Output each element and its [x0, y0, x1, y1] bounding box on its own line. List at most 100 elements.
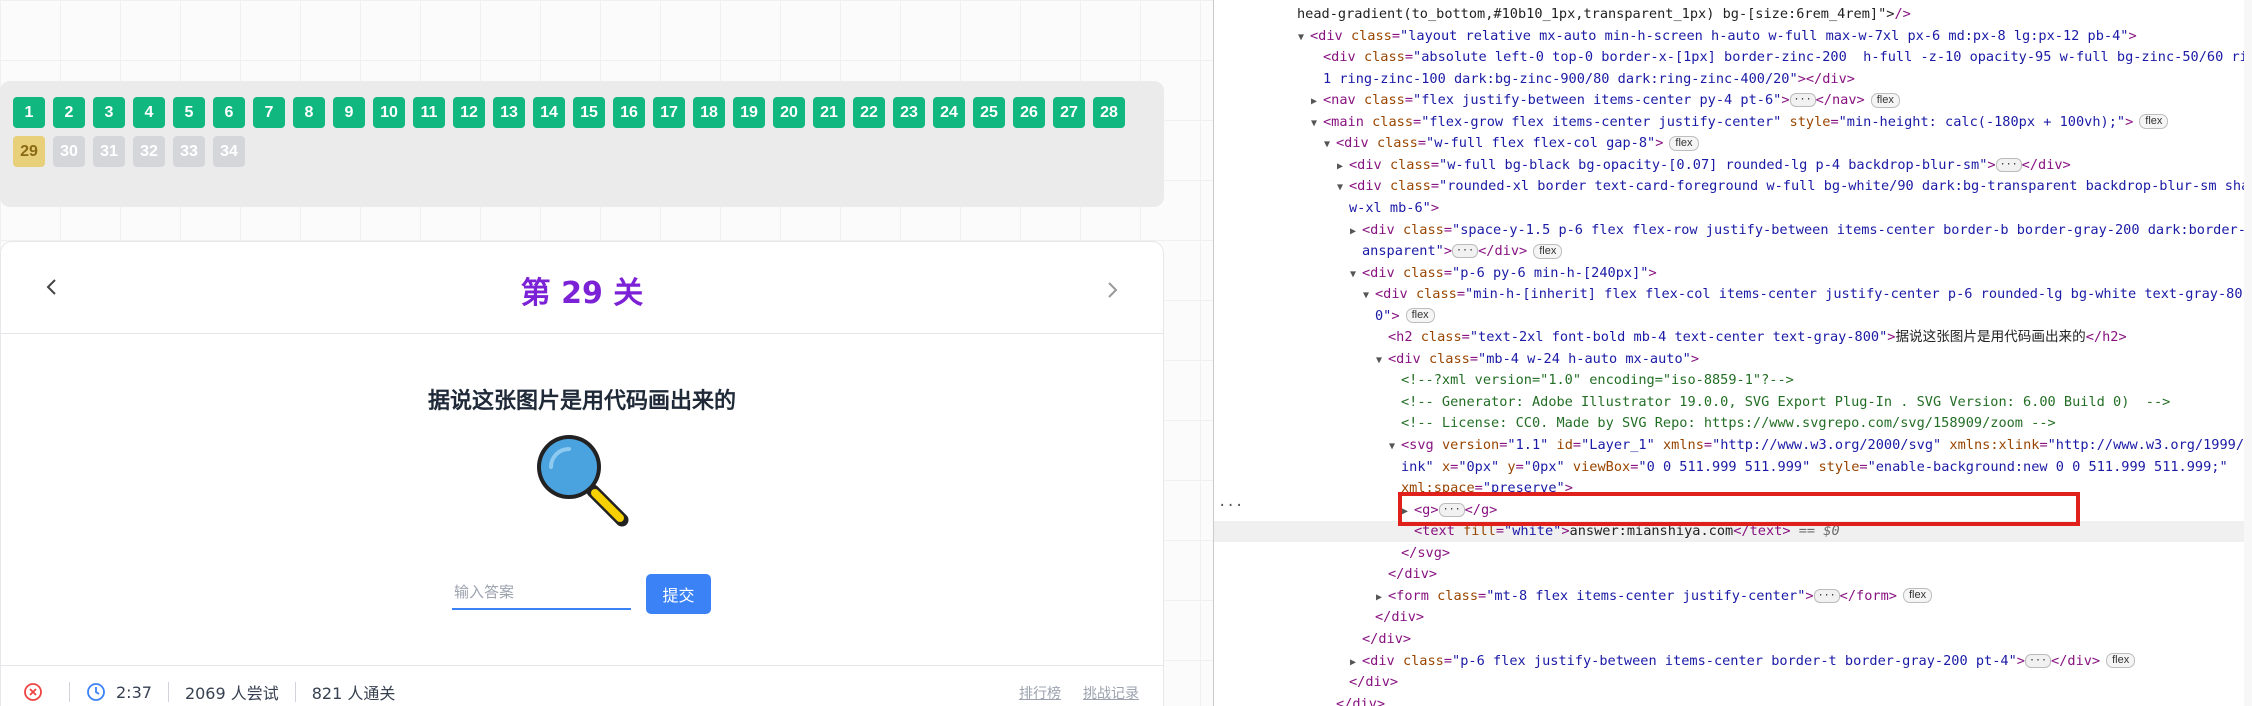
dom-node-line[interactable]: </div>	[1214, 629, 2252, 650]
dom-node-line[interactable]: 0"> flex	[1214, 306, 2252, 327]
level-button-16[interactable]: 16	[613, 97, 645, 128]
level-button-21[interactable]: 21	[813, 97, 845, 128]
footer-links: 排行榜 挑战记录	[1019, 683, 1139, 703]
level-button-11[interactable]: 11	[413, 97, 445, 128]
magnifier-icon	[537, 435, 629, 527]
challenge-page: 1 2 3 4 5 6 7 8 9 10 11 12 13 14 15 16 17 18 19 20 21 22 23 24 2…	[0, 0, 1213, 706]
scrollbar[interactable]	[2244, 0, 2252, 706]
dom-node-line[interactable]: <div class="absolute left-0 top-0 border…	[1214, 47, 2252, 68]
dom-node-line[interactable]: ▶ <div class="w-full bg-black bg-opacity-…	[1214, 155, 2252, 176]
close-circle-icon[interactable]	[23, 682, 43, 702]
level-button-1[interactable]: 1	[13, 97, 45, 128]
level-button-2[interactable]: 2	[53, 97, 85, 128]
dom-node-line[interactable]: </div>	[1214, 694, 2252, 706]
level-button-32[interactable]: 32	[133, 136, 165, 167]
divider	[167, 682, 169, 702]
challenge-records-link[interactable]: 挑战记录	[1083, 683, 1139, 703]
dom-node-line[interactable]: <!--?xml version="1.0" encoding="iso-885…	[1214, 370, 2252, 391]
dom-node-line[interactable]: ▼ <div class="min-h-[inherit] flex flex-c…	[1214, 284, 2252, 305]
dom-node-line[interactable]: </div>	[1214, 564, 2252, 585]
dom-node-line[interactable]: <h2 class="text-2xl font-bold mb-4 text-…	[1214, 327, 2252, 348]
level-button-7[interactable]: 7	[253, 97, 285, 128]
expand-arrow-icon[interactable]: ▼	[1311, 113, 1323, 134]
expand-arrow-icon[interactable]: ▼	[1337, 177, 1349, 198]
divider	[294, 682, 296, 702]
level-button-10[interactable]: 10	[373, 97, 405, 128]
level-button-22[interactable]: 22	[853, 97, 885, 128]
expand-arrow-icon[interactable]: ▼	[1376, 350, 1388, 371]
dom-node-line[interactable]: ink" x="0px" y="0px" viewBox="0 0 511.99…	[1214, 457, 2252, 478]
level-button-27[interactable]: 27	[1053, 97, 1085, 128]
chevron-right-icon[interactable]	[1097, 275, 1127, 305]
dom-node-line[interactable]: ▼ <div class="rounded-xl border text-card…	[1214, 176, 2252, 197]
level-button-28[interactable]: 28	[1093, 97, 1125, 128]
dom-node-line[interactable]: ▼ <div class="mb-4 w-24 h-auto mx-auto">	[1214, 349, 2252, 370]
dom-node-line[interactable]: ▶ <nav class="flex justify-between items-…	[1214, 90, 2252, 111]
level-button-9[interactable]: 9	[333, 97, 365, 128]
expand-arrow-icon[interactable]: ▼	[1298, 27, 1310, 48]
dom-node-line[interactable]: 1 ring-zinc-100 dark:bg-zinc-900/80 dark…	[1214, 69, 2252, 90]
expand-arrow-icon[interactable]: ▼	[1389, 436, 1401, 457]
level-button-20[interactable]: 20	[773, 97, 805, 128]
more-options-icon[interactable]: ···	[1218, 498, 1243, 514]
submit-button[interactable]: 提交	[646, 574, 711, 614]
level-title: 第 29 关	[520, 276, 644, 311]
level-button-12[interactable]: 12	[453, 97, 485, 128]
expand-arrow-icon[interactable]: ▶	[1350, 652, 1362, 673]
dom-node-line[interactable]: ▼ <svg version="1.1" id="Layer_1" xmlns="…	[1214, 435, 2252, 456]
expand-arrow-icon[interactable]: ▼	[1350, 264, 1362, 285]
dom-node-line[interactable]: ▶ <div class="p-6 flex justify-between it…	[1214, 651, 2252, 672]
level-button-33[interactable]: 33	[173, 136, 205, 167]
expand-arrow-icon[interactable]: ▼	[1363, 285, 1375, 306]
level-button-23[interactable]: 23	[893, 97, 925, 128]
dom-node-line[interactable]: </div>	[1214, 672, 2252, 693]
challenge-stats: 2:37 2069 人尝试 821 人通关	[23, 680, 395, 704]
answer-input[interactable]	[452, 576, 631, 610]
timer-value: 2:37	[116, 682, 152, 702]
dom-node-line[interactable]: head-gradient(to_bottom,#10b10_1px,trans…	[1214, 4, 2252, 25]
dom-node-line[interactable]: <!-- Generator: Adobe Illustrator 19.0.0…	[1214, 392, 2252, 413]
card-header: 第 29 关	[1, 242, 1163, 334]
level-button-19[interactable]: 19	[733, 97, 765, 128]
level-button-17[interactable]: 17	[653, 97, 685, 128]
attempts-count: 2069 人尝试	[184, 684, 279, 703]
dom-node-line[interactable]: ▶ <div class="space-y-1.5 p-6 flex flex-r…	[1214, 220, 2252, 241]
passed-count: 821 人通关	[311, 684, 396, 703]
level-button-30[interactable]: 30	[53, 136, 85, 167]
expand-arrow-icon[interactable]: ▶	[1311, 91, 1323, 112]
level-button-3[interactable]: 3	[93, 97, 125, 128]
dom-node-line[interactable]: ▶ <form class="mt-8 flex items-center jus…	[1214, 586, 2252, 607]
dom-node-line[interactable]: ▼ <div class="w-full flex flex-col gap-8"…	[1214, 133, 2252, 154]
card-footer: 2:37 2069 人尝试 821 人通关 排行榜 挑战记录	[1, 665, 1163, 706]
dom-node-line[interactable]: ▼ <div class="layout relative mx-auto min…	[1214, 26, 2252, 47]
dom-node-line[interactable]: ▼ <main class="flex-grow flex items-cente…	[1214, 112, 2252, 133]
level-button-34[interactable]: 34	[213, 136, 245, 167]
expand-arrow-icon[interactable]: ▼	[1324, 134, 1336, 155]
level-button-8[interactable]: 8	[293, 97, 325, 128]
level-button-18[interactable]: 18	[693, 97, 725, 128]
dom-node-line[interactable]: ansparent"> ··· </div> flex	[1214, 241, 2252, 262]
dom-node-line[interactable]: </svg>	[1214, 543, 2252, 564]
level-button-4[interactable]: 4	[133, 97, 165, 128]
dom-node-line[interactable]: </div>	[1214, 607, 2252, 628]
level-button-29[interactable]: 29	[13, 136, 45, 167]
level-button-6[interactable]: 6	[213, 97, 245, 128]
dom-node-line[interactable]: ▼ <div class="p-6 py-6 min-h-[240px]">	[1214, 263, 2252, 284]
expand-arrow-icon[interactable]: ▶	[1337, 156, 1349, 177]
level-button-26[interactable]: 26	[1013, 97, 1045, 128]
dom-node-line[interactable]: <!-- License: CC0. Made by SVG Repo: htt…	[1214, 413, 2252, 434]
level-button-14[interactable]: 14	[533, 97, 565, 128]
expand-arrow-icon[interactable]: ▶	[1376, 587, 1388, 608]
expand-arrow-icon[interactable]: ▶	[1350, 221, 1362, 242]
level-button-24[interactable]: 24	[933, 97, 965, 128]
level-button-13[interactable]: 13	[493, 97, 525, 128]
leaderboard-link[interactable]: 排行榜	[1019, 683, 1061, 703]
level-button-25[interactable]: 25	[973, 97, 1005, 128]
level-button-5[interactable]: 5	[173, 97, 205, 128]
divider	[69, 682, 70, 702]
level-grid: 1 2 3 4 5 6 7 8 9 10 11 12 13 14 15 16 17 18 19 20 21 22 23 24 2…	[13, 97, 1153, 167]
level-button-15[interactable]: 15	[573, 97, 605, 128]
highlight-annotation-box	[1398, 492, 2080, 526]
dom-node-line[interactable]: w-xl mb-6">	[1214, 198, 2252, 219]
level-button-31[interactable]: 31	[93, 136, 125, 167]
